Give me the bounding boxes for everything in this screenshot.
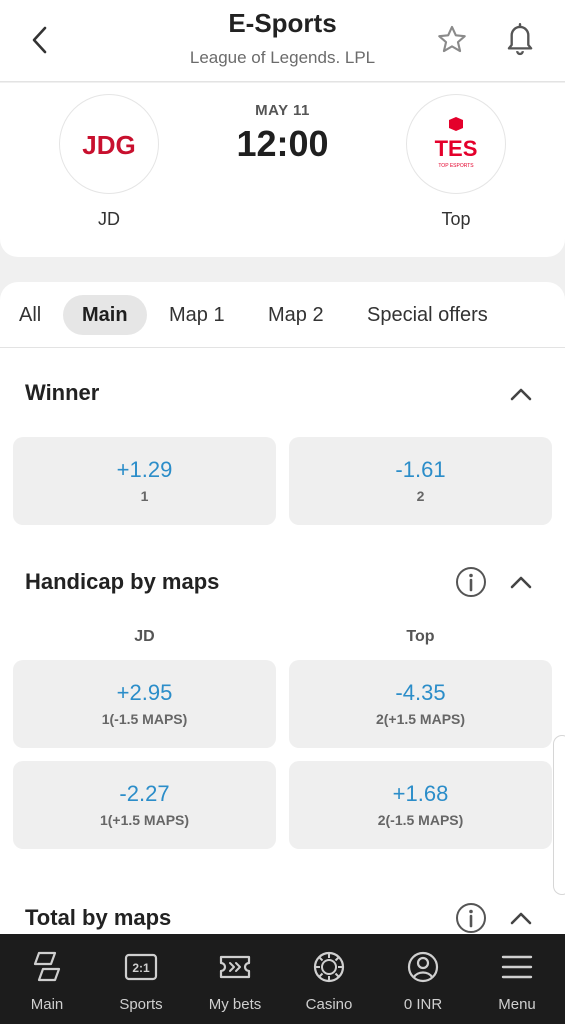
tab-map-1[interactable]: Map 1 (150, 295, 244, 335)
hamburger-icon (501, 955, 533, 979)
bottom-nav: Main 2:1 Sports My bets Casino 0 INR Men… (0, 934, 565, 1024)
total-info-button[interactable] (454, 901, 488, 934)
star-outline-icon (438, 25, 466, 53)
odd-value: -2.27 (119, 781, 170, 806)
page-title: E-Sports (228, 8, 337, 38)
ticket-icon (219, 955, 251, 979)
nav-label: Casino (305, 996, 353, 1013)
odd-value: +2.95 (116, 680, 173, 705)
winner-collapse-button[interactable] (505, 378, 537, 410)
chevron-up-icon (510, 388, 532, 401)
winner-title: Winner (25, 380, 100, 405)
tab-all[interactable]: All (0, 295, 60, 335)
nav-label: My bets (208, 996, 262, 1013)
scoreboard-icon: 2:1 (124, 953, 158, 981)
nav-label: Sports (119, 996, 163, 1013)
odd-label: 1(-1.5 MAPS) (101, 711, 188, 727)
odd-value: -1.61 (395, 457, 446, 482)
nav-sports[interactable]: 2:1 Sports (94, 934, 188, 1024)
svg-text:TOP ESPORTS: TOP ESPORTS (438, 163, 474, 169)
odd-value: +1.29 (116, 457, 173, 482)
tab-main[interactable]: Main (63, 295, 147, 335)
team2-logo: TES TOP ESPORTS (406, 94, 506, 194)
league-subtitle: League of Legends. LPL (189, 48, 376, 67)
nav-menu[interactable]: Menu (470, 934, 564, 1024)
chevron-up-icon (510, 576, 532, 589)
nav-casino[interactable]: Casino (282, 934, 376, 1024)
odd-label: 2 (416, 488, 425, 504)
top-bar: E-Sports League of Legends. LPL (0, 0, 565, 82)
team2-name: Top (441, 209, 471, 229)
chevron-up-icon (510, 912, 532, 925)
odd-label: 2(+1.5 MAPS) (375, 711, 466, 727)
total-collapse-button[interactable] (505, 902, 537, 934)
handicap-title: Handicap by maps (25, 569, 220, 594)
match-card: JDG JD MAY 11 12:00 TES TOP ESPORTS Top (0, 83, 565, 257)
odd-button[interactable]: -2.27 1(+1.5 MAPS) (13, 761, 276, 849)
nav-label: Menu (498, 996, 536, 1013)
odd-value: -4.35 (395, 680, 446, 705)
favorite-button[interactable] (432, 20, 472, 60)
info-icon (456, 903, 486, 933)
team1-name: JD (98, 209, 120, 229)
odd-button[interactable]: -1.61 2 (289, 437, 552, 525)
svg-text:2:1: 2:1 (132, 961, 150, 975)
nav-label: 0 INR (403, 996, 443, 1013)
account-icon (407, 951, 439, 983)
layers-icon (33, 951, 61, 982)
market-tabs: All Main Map 1 Map 2 Special offers (0, 282, 565, 348)
odd-value: +1.68 (392, 781, 449, 806)
handicap-info-button[interactable] (454, 565, 488, 599)
tab-special-offers[interactable]: Special offers (348, 295, 507, 335)
odd-button[interactable]: +2.95 1(-1.5 MAPS) (13, 660, 276, 748)
tab-map-2[interactable]: Map 2 (249, 295, 343, 335)
notifications-button[interactable] (500, 18, 540, 58)
odd-label: 1 (140, 488, 149, 504)
nav-label: Main (30, 996, 64, 1013)
nav-main[interactable]: Main (0, 934, 94, 1024)
nav-my-bets[interactable]: My bets (188, 934, 282, 1024)
handicap-column-team2: Top (406, 628, 435, 645)
markets-panel: All Main Map 1 Map 2 Special offers Winn… (0, 282, 565, 934)
nav-account[interactable]: 0 INR (376, 934, 470, 1024)
edge-panel-handle[interactable] (553, 735, 565, 895)
bell-icon (507, 22, 533, 56)
info-icon (456, 567, 486, 597)
casino-chip-icon (313, 951, 345, 983)
handicap-collapse-button[interactable] (505, 566, 537, 598)
odd-label: 1(+1.5 MAPS) (99, 812, 190, 828)
odd-button[interactable]: -4.35 2(+1.5 MAPS) (289, 660, 552, 748)
tes-logo-icon: TES TOP ESPORTS (435, 117, 478, 169)
total-title: Total by maps (25, 905, 172, 930)
odd-button[interactable]: +1.68 2(-1.5 MAPS) (289, 761, 552, 849)
odd-label: 2(-1.5 MAPS) (377, 812, 464, 828)
svg-text:TES: TES (435, 136, 478, 161)
handicap-column-team1: JD (134, 628, 155, 645)
odd-button[interactable]: +1.29 1 (13, 437, 276, 525)
